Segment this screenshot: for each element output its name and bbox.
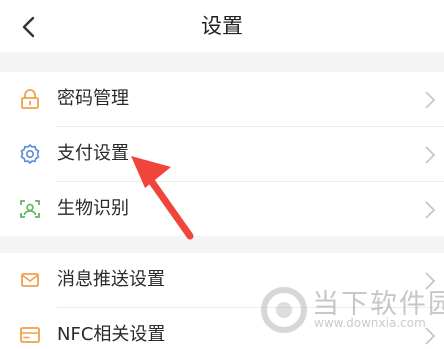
message-icon (19, 269, 41, 291)
settings-item-label: NFC相关设置 (57, 324, 166, 345)
watermark: 当下软件园 www.downxia.com (258, 276, 444, 346)
header-bar: 设置 (0, 0, 444, 52)
gear-icon (19, 143, 41, 165)
face-scan-icon (19, 198, 41, 220)
settings-item-label: 消息推送设置 (57, 269, 165, 290)
settings-item-label: 生物识别 (57, 198, 129, 219)
section-gap (0, 236, 444, 253)
nfc-card-icon (19, 324, 41, 346)
section-gap (0, 52, 444, 72)
page-title: 设置 (201, 14, 243, 38)
lock-icon (19, 88, 41, 110)
settings-item-biometric[interactable]: 生物识别 (0, 182, 444, 236)
watermark-logo-icon (261, 287, 307, 333)
settings-item-label: 密码管理 (57, 88, 129, 109)
chevron-right-icon (424, 200, 436, 220)
settings-item-label: 支付设置 (57, 143, 129, 164)
settings-item-password[interactable]: 密码管理 (0, 72, 444, 126)
settings-item-payment[interactable]: 支付设置 (0, 127, 444, 181)
watermark-url: www.downxia.com (314, 316, 426, 330)
chevron-right-icon (424, 90, 436, 110)
chevron-right-icon (424, 145, 436, 165)
settings-screen: 设置 密码管理 支付设置 生物识别 消息推送设置 NFC相关设置 当下软件园 w… (0, 0, 444, 349)
